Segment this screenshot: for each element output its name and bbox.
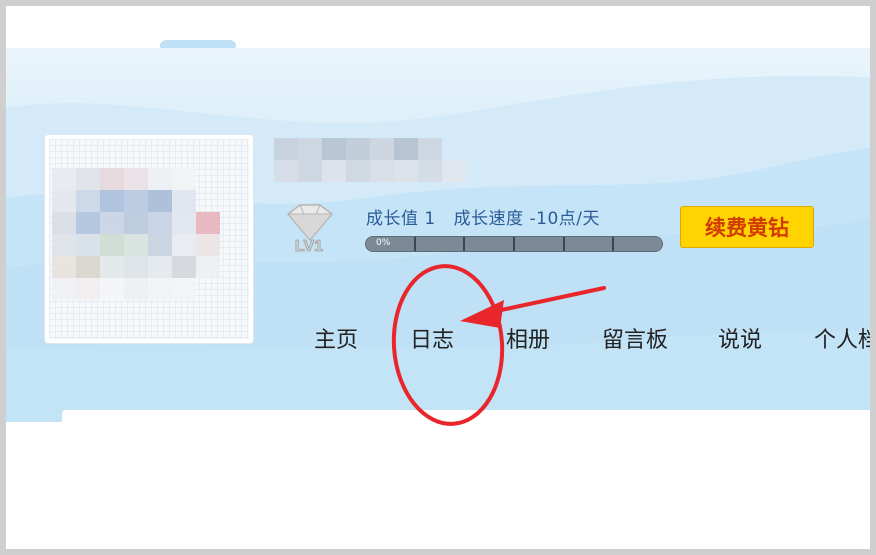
progress-ticks: [366, 237, 662, 251]
level-label: LV1: [295, 238, 323, 255]
diamond-level-icon[interactable]: LV1: [278, 202, 342, 256]
nav-item-profile[interactable]: 个人档: [814, 322, 870, 354]
content-panel: [62, 410, 870, 549]
nav-item-album[interactable]: 相册: [506, 322, 550, 354]
top-strip: [6, 6, 870, 52]
nav-item-blog[interactable]: 日志: [410, 322, 454, 354]
window-frame: LV1 成长值 1 成长速度 -10点/天 0% 续费黄钻 主页 日志 相册 留…: [0, 0, 876, 555]
progress-percent: 0%: [376, 238, 391, 248]
renew-yellow-diamond-button[interactable]: 续费黄钻: [680, 206, 814, 248]
growth-value: 成长值 1: [366, 209, 436, 229]
nav-item-status[interactable]: 说说: [718, 322, 762, 354]
growth-speed: 成长速度 -10点/天: [453, 209, 601, 229]
nav-item-guestbook[interactable]: 留言板: [602, 322, 668, 354]
nav-item-home[interactable]: 主页: [314, 322, 358, 354]
avatar-blurred-image: [52, 168, 220, 300]
growth-info: 成长值 1 成长速度 -10点/天: [366, 204, 612, 229]
username-blurred: [274, 138, 470, 182]
growth-progress-bar: 0%: [365, 236, 663, 252]
profile-nav: 主页 日志 相册 留言板 说说 个人档: [6, 322, 870, 356]
